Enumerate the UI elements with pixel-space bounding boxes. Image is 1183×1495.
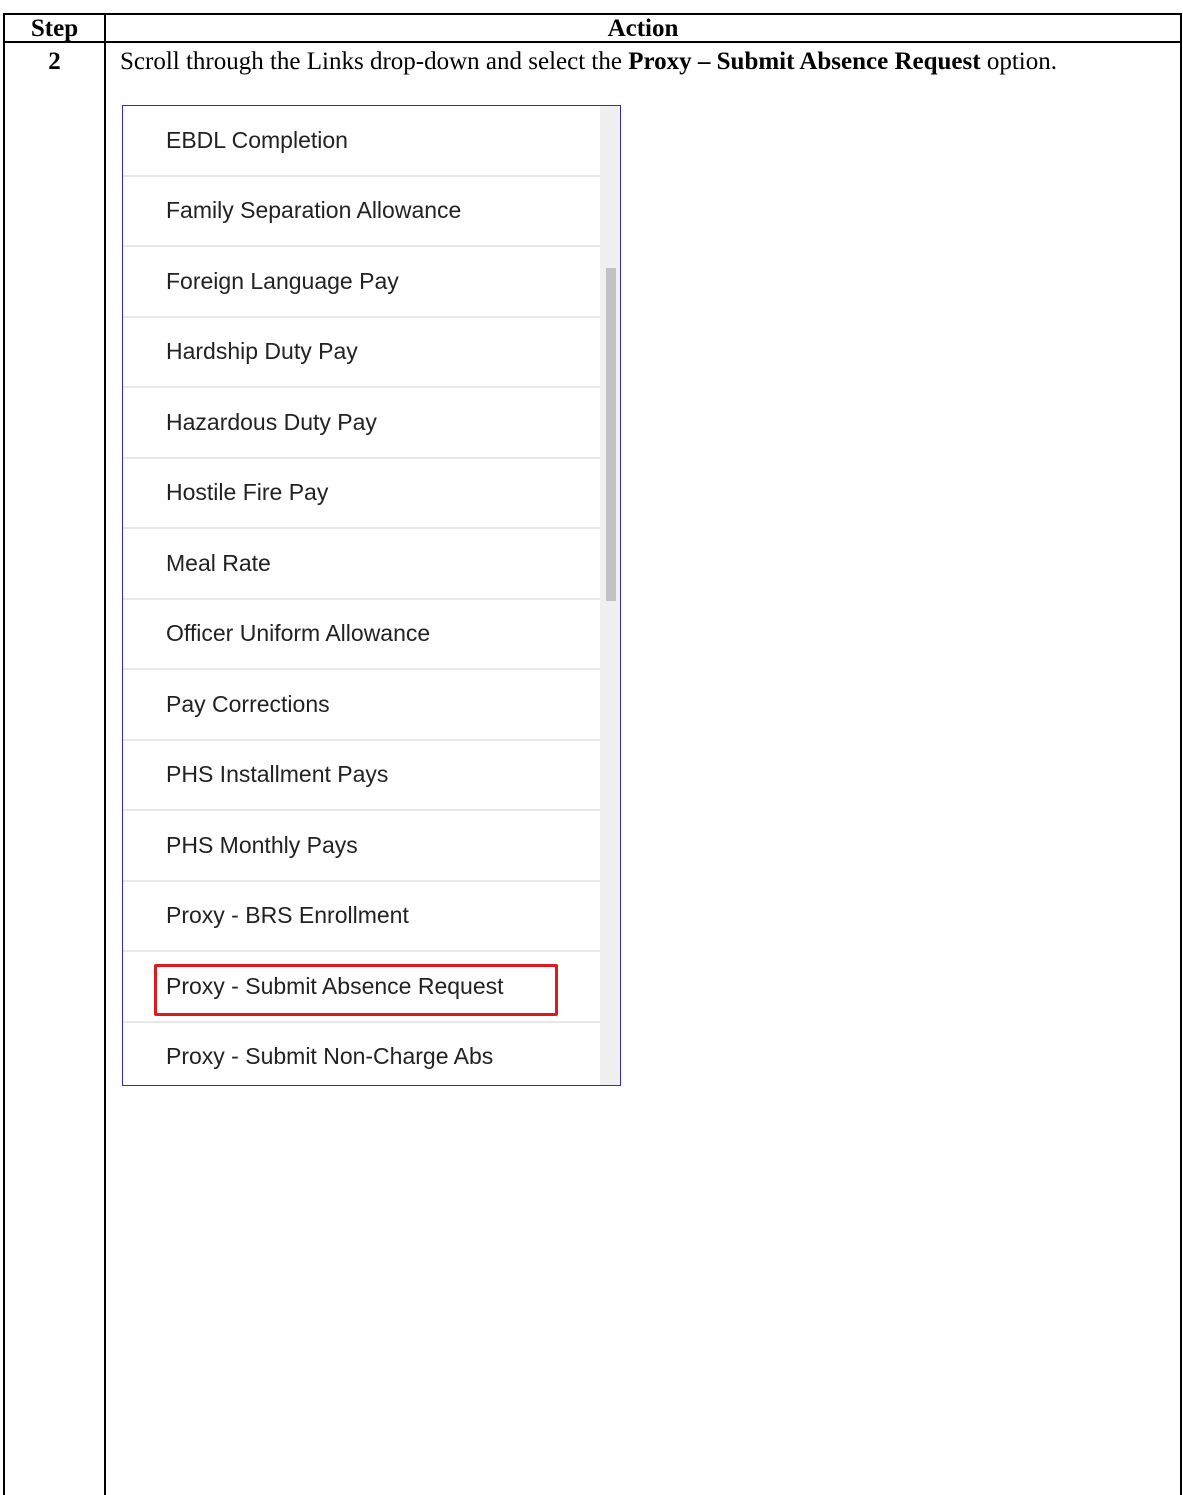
- dropdown-option[interactable]: Proxy - BRS Enrollment: [123, 882, 601, 952]
- step-number: 2: [48, 48, 61, 75]
- dropdown-option-label: Proxy - BRS Enrollment: [166, 902, 409, 929]
- links-dropdown-list: EBDL Completion Family Separation Allowan…: [123, 106, 601, 1086]
- dropdown-option[interactable]: EBDL Completion: [123, 106, 601, 177]
- scrollbar-thumb[interactable]: [606, 268, 616, 601]
- scrollbar[interactable]: [600, 106, 620, 1085]
- dropdown-option[interactable]: PHS Installment Pays: [123, 741, 601, 811]
- instruction-suffix: option.: [980, 48, 1057, 75]
- dropdown-option[interactable]: Pay Corrections: [123, 670, 601, 741]
- dropdown-option-label: Hazardous Duty Pay: [166, 408, 377, 435]
- dropdown-option[interactable]: Foreign Language Pay: [123, 247, 601, 318]
- dropdown-option[interactable]: Proxy - Submit Non-Charge Abs: [123, 1023, 601, 1086]
- dropdown-option-label: Proxy - Submit Non-Charge Abs: [166, 1043, 494, 1070]
- column-divider: [104, 15, 106, 1495]
- instruction-prefix: Scroll through the Links drop-down and s…: [120, 48, 629, 75]
- table-header-row: Step Action: [5, 15, 1180, 43]
- dropdown-option-label: Family Separation Allowance: [166, 197, 462, 224]
- dropdown-option-label: Proxy - Submit Absence Request: [166, 972, 504, 999]
- dropdown-option[interactable]: Hostile Fire Pay: [123, 459, 601, 529]
- dropdown-option-label: Foreign Language Pay: [166, 267, 399, 294]
- dropdown-option[interactable]: Hazardous Duty Pay: [123, 388, 601, 459]
- header-step: Step: [30, 15, 79, 42]
- dropdown-option[interactable]: Family Separation Allowance: [123, 177, 601, 247]
- dropdown-option[interactable]: Proxy - Submit Absence Request: [123, 952, 601, 1023]
- step-instruction: Scroll through the Links drop-down and s…: [120, 47, 1160, 77]
- dropdown-option-label: PHS Monthly Pays: [166, 831, 358, 858]
- dropdown-option-label: PHS Installment Pays: [166, 761, 389, 788]
- instruction-bold: Proxy – Submit Absence Request: [628, 48, 981, 75]
- dropdown-option-label: EBDL Completion: [166, 126, 348, 153]
- header-action: Action: [607, 15, 679, 42]
- dropdown-option[interactable]: Meal Rate: [123, 529, 601, 600]
- dropdown-option-label: Hostile Fire Pay: [166, 479, 329, 506]
- dropdown-option-label: Pay Corrections: [166, 690, 330, 717]
- dropdown-option-label: Hardship Duty Pay: [166, 338, 358, 365]
- dropdown-option[interactable]: Hardship Duty Pay: [123, 318, 601, 388]
- links-dropdown[interactable]: EBDL Completion Family Separation Allowan…: [122, 105, 621, 1086]
- dropdown-option[interactable]: Officer Uniform Allowance: [123, 600, 601, 670]
- dropdown-option-label: Meal Rate: [166, 549, 271, 576]
- dropdown-option-label: Officer Uniform Allowance: [166, 620, 431, 647]
- dropdown-option[interactable]: PHS Monthly Pays: [123, 811, 601, 882]
